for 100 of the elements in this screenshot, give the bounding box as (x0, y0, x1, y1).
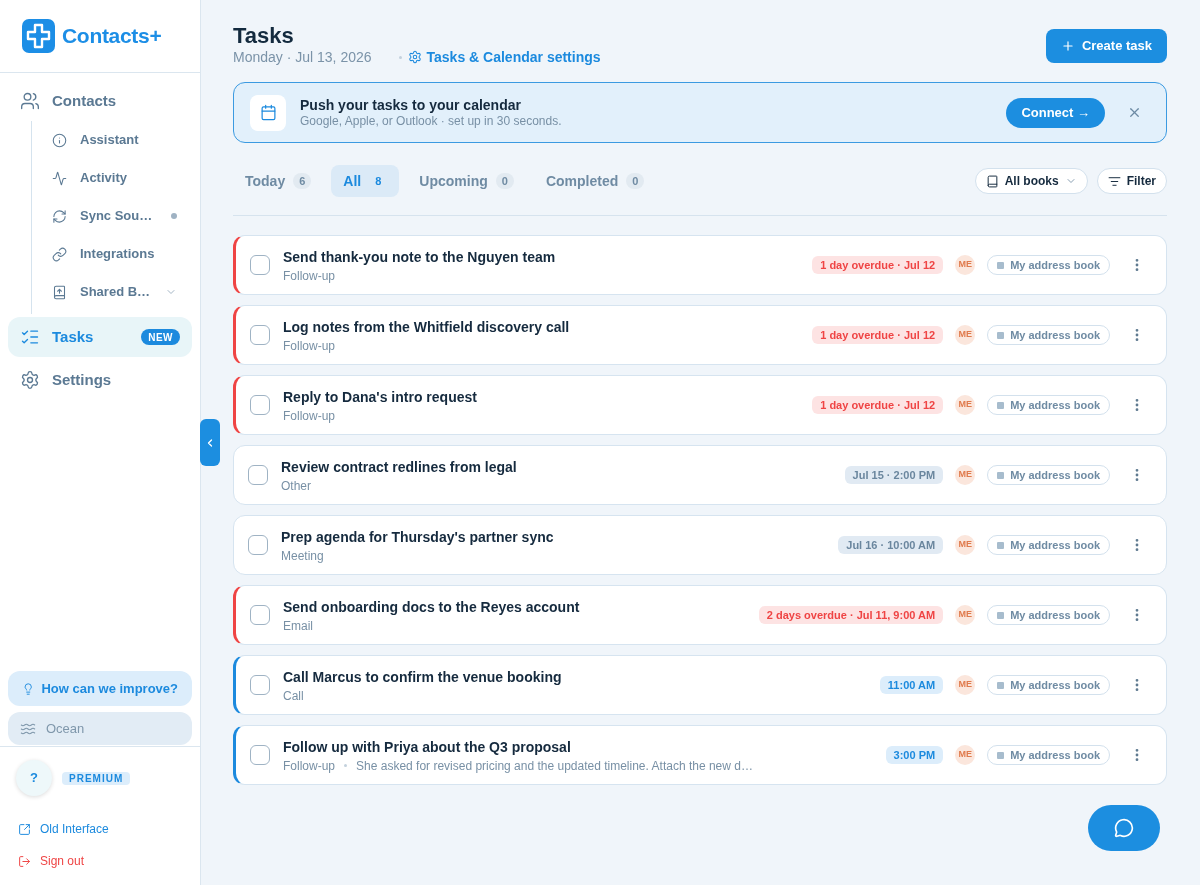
task-title: Reply to Dana's intro request (283, 387, 478, 407)
due-date-badge: 1 day overdue · Jul 12 (812, 326, 944, 344)
link-icon (52, 246, 67, 262)
nav-subitem[interactable]: Assistant (32, 121, 192, 159)
task-checkbox[interactable] (248, 535, 268, 555)
address-book-tag: My address book (987, 675, 1110, 695)
due-date-badge: 2 days overdue · Jul 11, 9:00 AM (758, 606, 944, 624)
chat-button[interactable] (1088, 805, 1160, 851)
address-book-tag: My address book (987, 745, 1110, 765)
address-book-tag: My address book (987, 395, 1110, 415)
square-icon (997, 471, 1005, 479)
plus-icon (1060, 39, 1075, 53)
filter-button[interactable]: Filter (1096, 168, 1167, 194)
connect-button[interactable]: Connect → (1006, 97, 1105, 128)
nav-item[interactable]: Tasks NEW (8, 317, 192, 357)
address-book-tag: My address book (987, 535, 1110, 555)
task-checkbox[interactable] (248, 465, 268, 485)
assignee-avatar: ME (955, 395, 976, 415)
close-button[interactable] (1127, 105, 1142, 120)
task-category: Follow-up (283, 407, 336, 424)
square-icon (997, 331, 1005, 339)
nav-item[interactable]: Contacts (8, 81, 192, 121)
settings-icon (407, 50, 422, 64)
task-category: Email (283, 617, 313, 634)
square-icon (997, 681, 1005, 689)
filter-tab[interactable]: Upcoming 0 (407, 165, 526, 197)
square-icon (997, 751, 1005, 759)
nav-subitem[interactable]: Sync Sou… (32, 197, 192, 235)
nav-subitem[interactable]: Integrations (32, 235, 192, 273)
settings-link[interactable]: Tasks & Calendar settings (407, 48, 601, 66)
due-date-badge: 11:00 AM (879, 676, 944, 694)
square-icon (997, 541, 1005, 549)
external-link-icon (18, 822, 31, 836)
task-category: Other (281, 477, 311, 494)
banner-subtitle: Google, Apple, or Outlook · set up in 30 seconds. (300, 114, 562, 128)
task-checkbox[interactable] (250, 325, 270, 345)
task-title: Prep agenda for Thursday's partner sync (281, 527, 555, 547)
task-checkbox[interactable] (250, 255, 270, 275)
assignee-avatar: ME (955, 745, 976, 765)
sidebar-link[interactable]: Sign out (18, 851, 85, 871)
task-title: Log notes from the Whitfield discovery call (283, 317, 571, 337)
task-title: Review contract redlines from legal (281, 457, 518, 477)
sign-out-icon (18, 854, 31, 868)
assignee-avatar: ME (955, 255, 976, 275)
assignee-avatar: ME (955, 675, 976, 695)
task-category: Follow-up (283, 757, 336, 774)
square-icon (997, 401, 1005, 409)
address-book-tag: My address book (987, 325, 1110, 345)
due-date-badge: 3:00 PM (885, 746, 944, 764)
nav-subitem[interactable]: Activity (32, 159, 192, 197)
sidebar-link[interactable]: Old Interface (18, 819, 109, 839)
address-book-tag: My address book (987, 465, 1110, 485)
filter-tab[interactable]: All 8 (331, 165, 400, 197)
create-task-button[interactable]: Create task (1045, 29, 1167, 63)
calendar-icon (250, 94, 286, 131)
task-category: Follow-up (283, 337, 336, 354)
filter-tab[interactable]: Today 6 (233, 165, 324, 197)
due-date-badge: 1 day overdue · Jul 12 (812, 396, 944, 414)
collapse-sidebar-button[interactable] (200, 419, 220, 466)
count-badge: 0 (495, 173, 514, 189)
new-badge: NEW (141, 329, 180, 345)
count-badge: 0 (626, 173, 645, 189)
filter-icon (1107, 174, 1121, 188)
due-date-badge: 1 day overdue · Jul 12 (812, 256, 944, 274)
sync-icon (52, 208, 67, 224)
nav-item[interactable]: Settings (8, 360, 192, 400)
logo-icon (22, 19, 55, 53)
assignee-avatar: ME (955, 465, 976, 485)
task-checkbox[interactable] (250, 745, 270, 765)
address-book-tag: My address book (987, 255, 1110, 275)
nav-subitem[interactable]: Shared B… (32, 273, 192, 311)
theme-button[interactable]: Ocean (8, 712, 192, 745)
assignee-avatar: ME (955, 325, 976, 345)
task-note: She asked for revised pricing and the updated timeline. Attach the new d… (356, 757, 753, 774)
plan-badge: PREMIUM (62, 771, 131, 785)
task-title: Call Marcus to confirm the venue booking (283, 667, 563, 687)
pulse-icon (52, 170, 67, 186)
due-date-badge: Jul 15 · 2:00 PM (844, 466, 944, 484)
avatar-button[interactable]: ? (16, 760, 52, 796)
square-icon (997, 611, 1005, 619)
task-checkbox[interactable] (250, 605, 270, 625)
task-title: Send thank-you note to the Nguyen team (283, 247, 557, 267)
task-checkbox[interactable] (250, 395, 270, 415)
settings-icon (20, 370, 40, 390)
people-icon (20, 91, 40, 111)
feedback-button[interactable]: How can we improve? (8, 671, 192, 706)
filter-tab[interactable]: Completed 0 (533, 165, 657, 197)
task-checkbox[interactable] (250, 675, 270, 695)
books-dropdown[interactable]: All books (974, 168, 1088, 194)
count-badge: 6 (293, 173, 312, 189)
assignee-avatar: ME (955, 605, 976, 625)
task-title: Send onboarding docs to the Reyes account (283, 597, 581, 617)
due-date-badge: Jul 16 · 10:00 AM (838, 536, 944, 554)
lightbulb-icon (22, 681, 35, 696)
banner-title: Push your tasks to your calendar (300, 97, 522, 114)
current-date: Monday · Jul 13, 2026 (233, 48, 372, 66)
page-title: Tasks (233, 24, 294, 48)
task-category: Meeting (281, 547, 324, 564)
task-title: Follow up with Priya about the Q3 proposal (283, 737, 572, 757)
square-icon (997, 261, 1005, 269)
